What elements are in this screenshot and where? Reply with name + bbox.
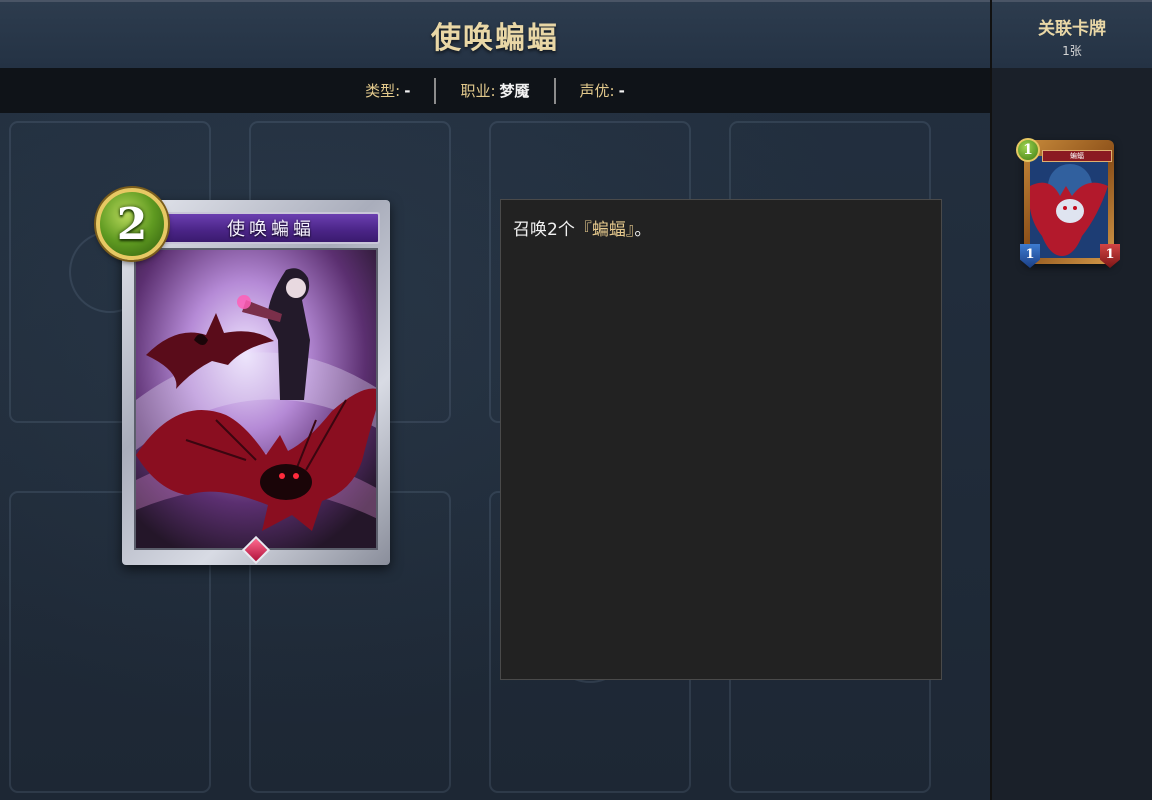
related-card-item[interactable]: 蝙蝠 1 1 1 [1016, 134, 1120, 268]
sidebar-heading: 关联卡牌 [1038, 19, 1106, 39]
card-detail-panel: 使唤蝙蝠 类型: - 职业: 梦魇 声优: - 使唤蝙蝠 2 召唤2个『蝙蝠』。 [0, 0, 990, 800]
card-name-banner: 使唤蝙蝠 [162, 212, 380, 244]
description-keyword-link[interactable]: 『蝙蝠』 [575, 220, 635, 240]
card-cost: 2 [96, 188, 168, 260]
info-class-value: 梦魇 [499, 82, 530, 100]
sidebar-header: 关联卡牌 1张 [992, 0, 1152, 68]
card-description: 召唤2个『蝙蝠』。 [500, 199, 942, 680]
description-text: 召唤2个 [513, 220, 575, 240]
page-title: 使唤蝙蝠 [431, 21, 559, 56]
info-voice: 声优: - [556, 80, 649, 101]
sidebar-count: 1张 [1062, 44, 1082, 58]
info-type-label: 类型: [365, 82, 401, 100]
related-card-artwork [1030, 156, 1108, 258]
description-text-end: 。 [634, 220, 652, 240]
related-cards-sidebar: 关联卡牌 1张 蝙蝠 1 1 1 [990, 0, 1152, 800]
card-artwork [134, 248, 378, 550]
related-card-attack: 1 [1020, 244, 1040, 268]
info-class-label: 职业: [460, 82, 496, 100]
bat-thumbnail-illustration [1030, 156, 1108, 258]
info-voice-label: 声优: [579, 82, 615, 100]
card-info-bar: 类型: - 职业: 梦魇 声优: - [0, 68, 990, 113]
card-image[interactable]: 使唤蝙蝠 2 [96, 188, 390, 565]
related-card-name: 蝙蝠 [1042, 150, 1112, 162]
info-type-value: - [404, 81, 411, 100]
title-bar: 使唤蝙蝠 [0, 0, 990, 68]
bat-illustration [136, 250, 376, 548]
related-card-cost: 1 [1016, 138, 1040, 162]
info-type: 类型: - [341, 80, 434, 101]
related-card-life: 1 [1100, 244, 1120, 268]
info-voice-value: - [618, 81, 625, 100]
info-class: 职业: 梦魇 [436, 80, 553, 101]
